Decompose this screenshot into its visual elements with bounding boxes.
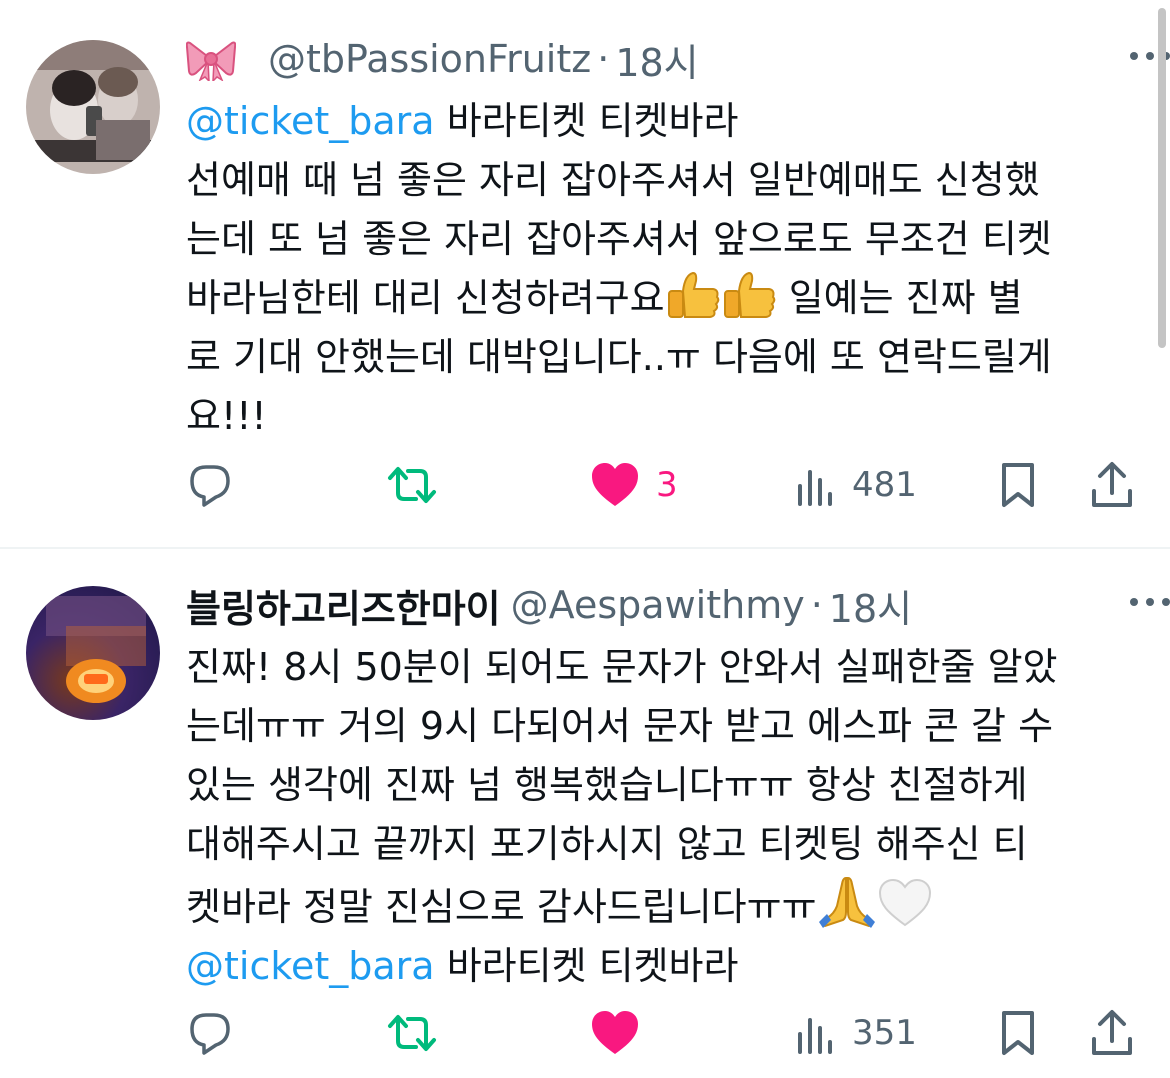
share-button[interactable] <box>1090 1003 1134 1063</box>
tweet-text-line: 켓바라 정말 진심으로 감사드립니다ㅠㅠ <box>186 885 817 929</box>
more-options-icon[interactable] <box>1128 592 1170 612</box>
thumbs-up-icon <box>667 271 719 318</box>
user-handle[interactable]: @Aespawithmy <box>511 583 805 627</box>
timestamp[interactable]: 18시 <box>615 32 698 87</box>
reply-icon <box>190 1013 230 1055</box>
tweet-header: 블링하고리즈한마이 @Aespawithmy · 18시 <box>186 576 1146 634</box>
tweet-text-line: 는데 또 넘 좋은 자리 잡아주셔서 앞으로도 무조건 티켓 <box>186 217 1052 261</box>
bookmark-icon <box>1002 463 1034 507</box>
retweet-icon <box>388 467 436 503</box>
heart-icon <box>592 463 638 506</box>
tweet-header: @tbPassionFruitz · 18시 <box>186 30 1146 88</box>
avatar[interactable] <box>26 40 160 174</box>
views-button[interactable]: 351 <box>796 1003 917 1063</box>
reply-icon <box>190 465 230 507</box>
separator: · <box>810 583 823 627</box>
tweet-text: @ticket_bara 바라티켓 티켓바라 선예매 때 넘 좋은 자리 잡아주… <box>186 92 1146 446</box>
ribbon-icon <box>186 41 236 81</box>
tweet-text: 진짜! 8시 50분이 되어도 문자가 안와서 실패한줄 알았 는데ㅠㅠ 거의 … <box>186 638 1146 996</box>
separator: · <box>597 37 610 81</box>
tweet-text-line: 선예매 때 넘 좋은 자리 잡아주셔서 일반예매도 신청했 <box>186 158 1040 202</box>
tweet-text-line: 진짜! 8시 50분이 되어도 문자가 안와서 실패한줄 알았 <box>186 645 1058 689</box>
views-icon <box>798 470 832 506</box>
avatar[interactable] <box>26 586 160 720</box>
tweet-text-line: 는데ㅠㅠ 거의 9시 다되어서 문자 받고 에스파 콘 갈 수 <box>186 704 1054 748</box>
display-name[interactable]: 블링하고리즈한마이 <box>186 578 501 633</box>
tweet-text-line: 바라티켓 티켓바라 <box>434 944 739 988</box>
tweet-text-line: 바라님한테 대리 신청하려구요 <box>186 276 665 320</box>
thumbs-up-icon <box>723 271 775 318</box>
user-handle[interactable]: @tbPassionFruitz <box>268 37 591 81</box>
reply-button[interactable] <box>186 455 250 515</box>
share-icon <box>1092 1010 1132 1055</box>
tweet-actions: 3 481 <box>186 455 1136 515</box>
tweet-text-line: 로 기대 안했는데 대박입니다..ㅠ 다음에 또 연락드릴게 <box>186 335 1052 379</box>
divider <box>0 547 1170 549</box>
share-icon <box>1092 462 1132 507</box>
retweet-icon <box>388 1015 436 1051</box>
tweet-text-line: 바라티켓 티켓바라 <box>434 99 739 143</box>
share-button[interactable] <box>1090 455 1134 515</box>
tweet-content: @tbPassionFruitz · 18시 @ticket_bara 바라티켓… <box>186 30 1170 446</box>
scrollbar[interactable] <box>1158 8 1166 348</box>
views-button[interactable]: 481 <box>796 455 917 515</box>
retweet-button[interactable] <box>386 455 454 515</box>
like-button[interactable] <box>590 1003 656 1063</box>
tweet-text-line: 있는 생각에 진짜 넘 행복했습니다ㅠㅠ 항상 친절하게 <box>186 763 1028 807</box>
tweet-text-line: 일예는 진짜 별 <box>776 276 1023 320</box>
retweet-button[interactable] <box>386 1003 454 1063</box>
tweet-text-line: 대해주시고 끝까지 포기하시지 않고 티켓팅 해주신 티 <box>186 822 1028 866</box>
white-heart-icon <box>878 878 931 927</box>
view-count: 351 <box>852 1013 917 1053</box>
view-count: 481 <box>852 465 917 505</box>
timestamp[interactable]: 18시 <box>829 578 912 633</box>
folded-hands-icon <box>818 876 875 928</box>
tweet-text-line: 요!!! <box>186 394 267 438</box>
like-count: 3 <box>656 465 678 505</box>
bookmark-icon <box>1002 1011 1034 1055</box>
tweet-actions: 351 <box>186 1003 1136 1063</box>
heart-icon <box>592 1011 638 1054</box>
mention-link[interactable]: @ticket_bara <box>186 944 435 988</box>
reply-button[interactable] <box>186 1003 250 1063</box>
views-icon <box>798 1018 832 1054</box>
like-button[interactable]: 3 <box>590 455 678 515</box>
bookmark-button[interactable] <box>998 455 1038 515</box>
bookmark-button[interactable] <box>998 1003 1038 1063</box>
tweet-content: 블링하고리즈한마이 @Aespawithmy · 18시 진짜! 8시 50분이… <box>186 576 1170 996</box>
mention-link[interactable]: @ticket_bara <box>186 99 435 143</box>
